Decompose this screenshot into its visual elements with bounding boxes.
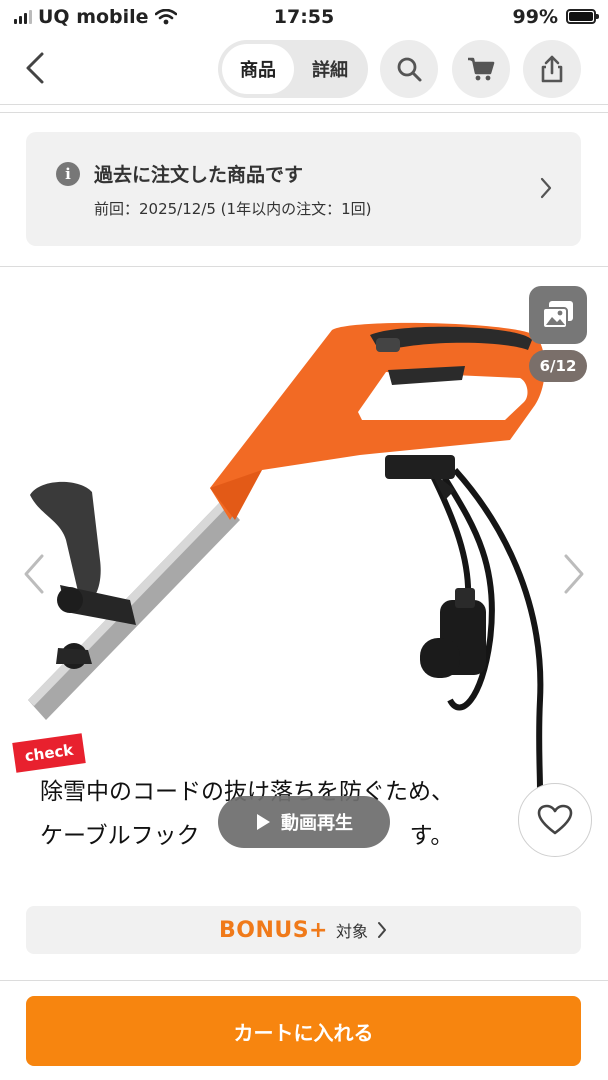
gallery-button[interactable]	[529, 286, 587, 344]
chevron-right-icon	[378, 922, 387, 938]
bonus-label: 対象	[336, 922, 369, 941]
header-bar: 商品 詳細	[0, 34, 608, 105]
info-icon: i	[56, 162, 80, 186]
status-bar: UQ mobile 17:55 99%	[0, 0, 608, 34]
play-video-button[interactable]: 動画再生	[218, 796, 390, 848]
heart-icon	[537, 804, 573, 835]
battery-percent: 99%	[512, 6, 558, 28]
share-icon	[541, 55, 563, 83]
divider	[0, 980, 608, 981]
cart-icon	[468, 57, 495, 81]
gallery-icon	[542, 301, 573, 329]
notice-title: 過去に注文した商品です	[94, 164, 304, 186]
caption-end: す。	[409, 823, 454, 849]
share-button[interactable]	[523, 40, 581, 98]
tab-details[interactable]: 詳細	[296, 44, 364, 94]
previous-image-button[interactable]	[20, 552, 48, 596]
tab-product[interactable]: 商品	[222, 44, 294, 94]
search-button[interactable]	[380, 40, 438, 98]
back-button[interactable]	[18, 48, 54, 88]
next-image-button[interactable]	[560, 552, 588, 596]
battery-icon	[566, 9, 599, 24]
caption-start: ケーブルフック	[40, 823, 200, 849]
search-icon	[397, 57, 422, 82]
past-order-notice[interactable]: i 過去に注文した商品です 前回：2025/12/5 (1年以内の注文：1回)	[26, 132, 581, 246]
bonus-banner[interactable]: BONUS+ 対象	[26, 906, 581, 954]
bonus-brand: BONUS+	[218, 917, 328, 943]
chevron-right-icon	[540, 177, 552, 199]
play-video-label: 動画再生	[281, 813, 353, 834]
add-to-cart-button[interactable]: カートに入れる	[26, 996, 581, 1066]
play-icon	[257, 814, 270, 830]
favorite-button[interactable]	[518, 783, 592, 857]
divider	[0, 112, 608, 113]
divider	[0, 266, 608, 267]
cart-button[interactable]	[452, 40, 510, 98]
view-tabs: 商品 詳細	[218, 40, 368, 98]
notice-detail: 前回：2025/12/5 (1年以内の注文：1回)	[94, 200, 372, 218]
back-icon	[26, 52, 44, 84]
image-counter: 6/12	[529, 350, 587, 382]
